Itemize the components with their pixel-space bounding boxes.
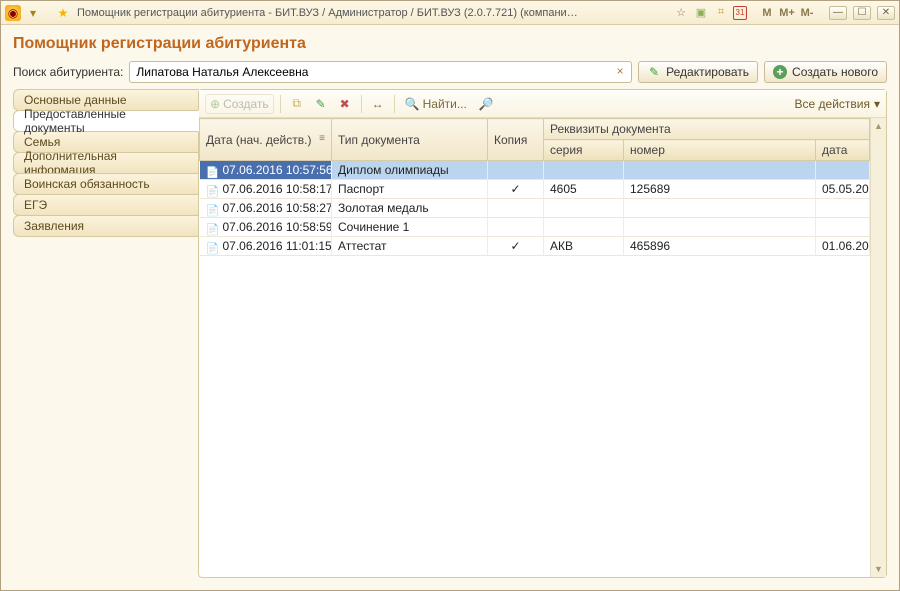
move-button[interactable]: ↔ (368, 94, 388, 114)
col-rdate[interactable]: дата (816, 140, 870, 161)
create-new-label: Создать нового (792, 65, 878, 79)
clear-find-button[interactable]: 🔎 (475, 94, 498, 114)
calendar-icon[interactable]: 31 (733, 6, 747, 20)
plus-circle-icon: ⊕ (210, 97, 220, 111)
sidebar: Основные данныеПредоставленные документы… (13, 89, 199, 578)
grid[interactable]: Дата (нач. действ.) Тип документа Копия … (199, 118, 870, 577)
table-row[interactable]: 07.06.2016 10:58:27Золотая медаль (200, 199, 870, 218)
col-date[interactable]: Дата (нач. действ.) (200, 119, 332, 161)
copy-button[interactable]: ⧉ (287, 94, 307, 114)
find-label: Найти... (423, 97, 467, 111)
sidebar-item-6[interactable]: Заявления (13, 215, 199, 237)
maximize-button[interactable]: ☐ (853, 6, 871, 20)
toolbar: ⊕ Создать ⧉ ✎ ✖ ↔ 🔍 Найти... 🔎 (199, 90, 886, 118)
close-button[interactable]: ✕ (877, 6, 895, 20)
edit-record-button[interactable]: ✎ (311, 94, 331, 114)
clear-icon[interactable]: × (612, 64, 628, 80)
app-icon: ◉ (5, 5, 21, 21)
table-row[interactable]: 07.06.2016 10:58:59Сочинение 1 (200, 218, 870, 237)
app-window: ◉ ▾ ★ Помощник регистрации абитуриента -… (0, 0, 900, 591)
sidebar-item-5[interactable]: ЕГЭ (13, 194, 199, 216)
find-button[interactable]: 🔍 Найти... (401, 94, 471, 114)
document-icon (206, 222, 220, 234)
all-actions-button[interactable]: Все действия ▾ (795, 97, 881, 111)
delete-button[interactable]: ✖ (335, 94, 355, 114)
document-icon (206, 241, 220, 253)
scroll-up-icon[interactable]: ▲ (873, 120, 885, 132)
col-doctype[interactable]: Тип документа (332, 119, 488, 161)
col-series[interactable]: серия (544, 140, 624, 161)
col-copy[interactable]: Копия (488, 119, 544, 161)
col-number[interactable]: номер (624, 140, 816, 161)
search-label: Поиск абитуриента: (13, 65, 123, 79)
sidebar-item-4[interactable]: Воинская обязанность (13, 173, 199, 195)
titlebar: ◉ ▾ ★ Помощник регистрации абитуриента -… (1, 1, 899, 25)
document-icon (206, 165, 220, 177)
mem-mplus[interactable]: M+ (779, 5, 795, 21)
plus-icon: + (773, 65, 787, 79)
search-container: × (129, 61, 632, 83)
table-row[interactable]: 07.06.2016 10:58:17Паспорт✓460512568905.… (200, 180, 870, 199)
edit-button[interactable]: ✎ Редактировать (638, 61, 758, 83)
window-title: Помощник регистрации абитуриента - БИТ.В… (77, 7, 587, 19)
vertical-scrollbar[interactable]: ▲ ▼ (870, 118, 886, 577)
create-record-label: Создать (223, 97, 269, 111)
dropdown-icon[interactable]: ▾ (25, 5, 41, 21)
all-actions-label: Все действия (795, 97, 870, 111)
col-requisites[interactable]: Реквизиты документа (544, 119, 870, 140)
main-panel: ⊕ Создать ⧉ ✎ ✖ ↔ 🔍 Найти... 🔎 (198, 89, 887, 578)
content: Основные данныеПредоставленные документы… (13, 89, 887, 578)
sidebar-item-1[interactable]: Предоставленные документы (13, 110, 199, 132)
body: Помощник регистрации абитуриента Поиск а… (1, 25, 899, 590)
create-record-button[interactable]: ⊕ Создать (205, 94, 274, 114)
search-row: Поиск абитуриента: × ✎ Редактировать + С… (13, 61, 887, 83)
mem-mminus[interactable]: M- (799, 5, 815, 21)
sidebar-item-3[interactable]: Дополнительная информация (13, 152, 199, 174)
pencil-icon: ✎ (647, 65, 661, 79)
scroll-down-icon[interactable]: ▼ (873, 563, 885, 575)
grid-wrap: Дата (нач. действ.) Тип документа Копия … (199, 118, 886, 577)
page-title: Помощник регистрации абитуриента (13, 35, 887, 53)
sort-indicator-icon (315, 133, 325, 144)
edit-button-label: Редактировать (666, 65, 749, 79)
magnify-icon: 🔍 (405, 97, 420, 111)
documents-table: Дата (нач. действ.) Тип документа Копия … (199, 118, 870, 256)
table-row[interactable]: 07.06.2016 11:01:15Аттестат✓АКВ46589601.… (200, 237, 870, 256)
favorite-icon[interactable]: ★ (55, 5, 71, 21)
chevron-down-icon: ▾ (874, 97, 880, 111)
document-icon (206, 203, 220, 215)
table-row[interactable]: 07.06.2016 10:57:56Диплом олимпиады (200, 161, 870, 180)
minimize-button[interactable]: — (829, 6, 847, 20)
history-icon[interactable]: ▣ (693, 5, 709, 21)
star-icon[interactable]: ☆ (673, 5, 689, 21)
search-input[interactable] (129, 61, 632, 83)
create-new-button[interactable]: + Создать нового (764, 61, 887, 83)
calc-icon[interactable]: ⌗ (713, 5, 729, 21)
mem-m[interactable]: M (759, 5, 775, 21)
document-icon (206, 184, 220, 196)
titlebar-right: ☆ ▣ ⌗ 31 M M+ M- — ☐ ✕ (673, 5, 895, 21)
